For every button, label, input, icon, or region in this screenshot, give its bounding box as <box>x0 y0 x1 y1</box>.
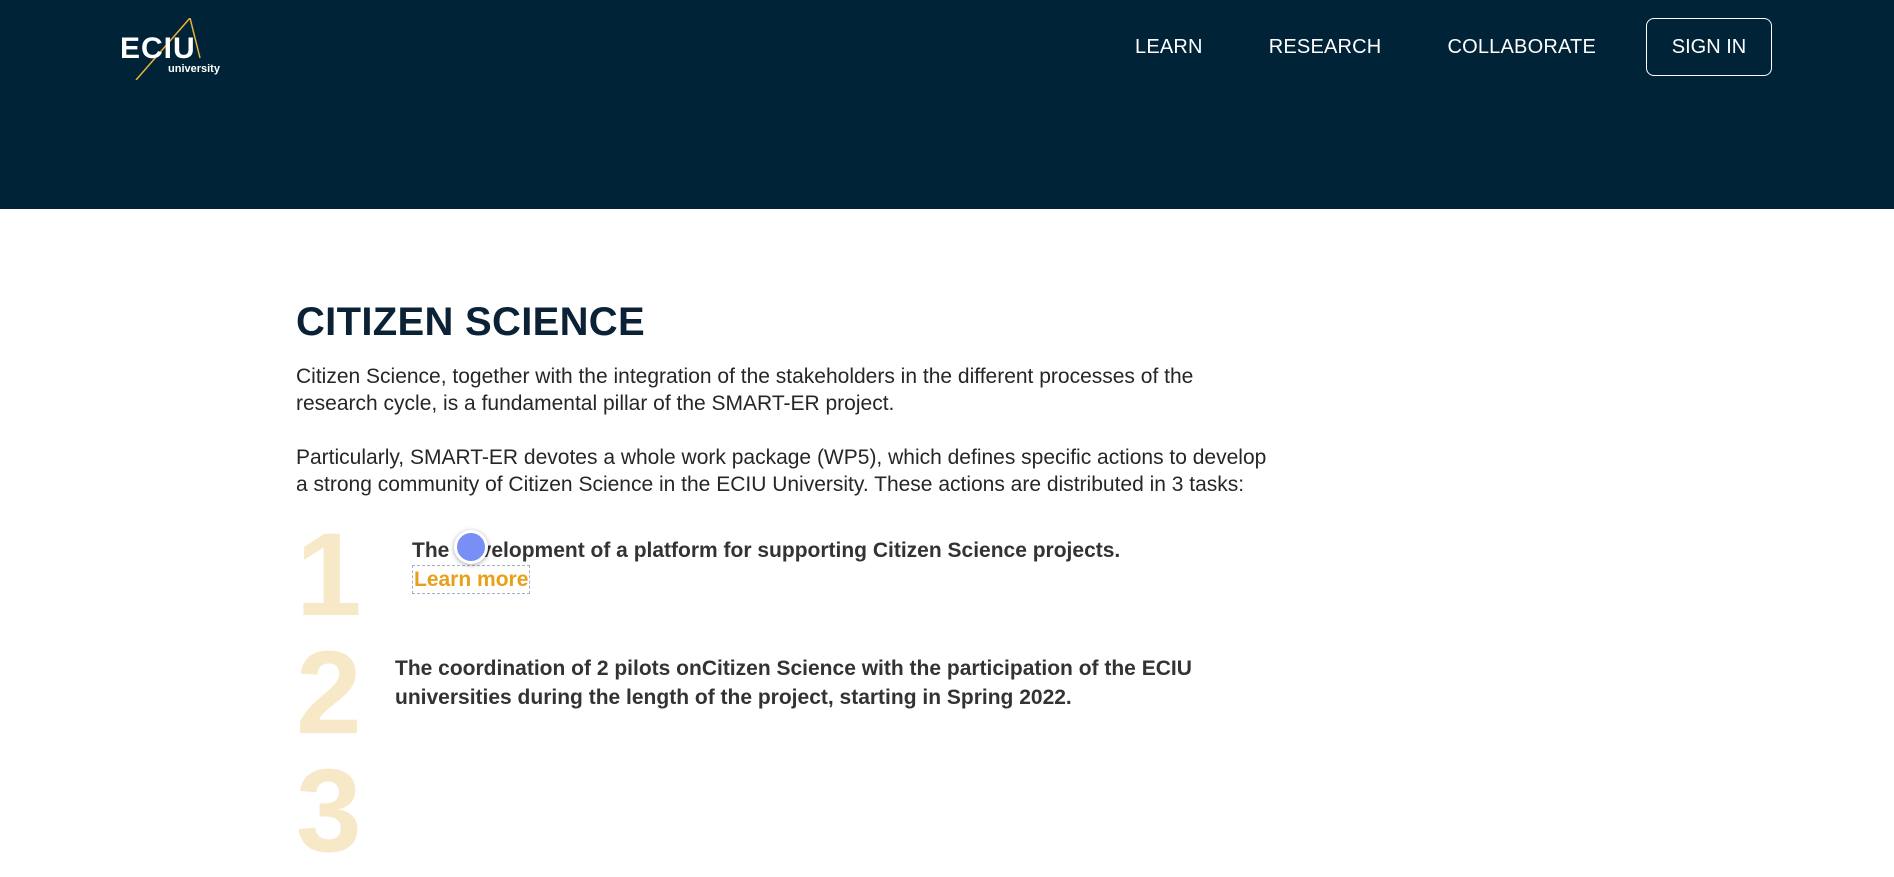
nav-learn[interactable]: LEARN <box>1135 36 1203 59</box>
task-number: 2 <box>296 627 362 759</box>
task-description: The development of a platform for suppor… <box>412 539 1121 562</box>
main-nav: LEARN RESEARCH COLLABORATE SIGN IN <box>1135 18 1772 76</box>
logo-wordmark: ECIU <box>120 32 196 65</box>
task-text: The development of a platform for suppor… <box>412 536 1120 594</box>
sign-in-button[interactable]: SIGN IN <box>1646 18 1772 76</box>
task-2: 2 The coordination of 2 pilots onCitizen… <box>296 634 1276 752</box>
page-title: CITIZEN SCIENCE <box>296 300 645 344</box>
intro-paragraph: Citizen Science, together with the integ… <box>296 365 1194 415</box>
eciu-logo[interactable]: ECIU university <box>120 18 224 80</box>
logo-subtitle: university <box>168 63 220 75</box>
nav-research[interactable]: RESEARCH <box>1269 36 1382 59</box>
nav-collaborate[interactable]: COLLABORATE <box>1447 36 1596 59</box>
task-1: 1 The development of a platform for supp… <box>296 516 1276 634</box>
learn-more-link[interactable]: Learn more <box>412 565 531 594</box>
task-number: 3 <box>296 745 362 877</box>
cursor-indicator <box>454 530 488 564</box>
main-content: CITIZEN SCIENCE Citizen Science, togethe… <box>296 300 1276 870</box>
site-header: ECIU university LEARN RESEARCH COLLABORA… <box>0 0 1894 209</box>
task-description: The coordination of 2 pilots onCitizen S… <box>395 657 1192 709</box>
task-3: 3 <box>296 752 1276 870</box>
task-number: 1 <box>296 509 362 641</box>
tasks-paragraph: Particularly, SMART-ER devotes a whole w… <box>296 446 1267 496</box>
